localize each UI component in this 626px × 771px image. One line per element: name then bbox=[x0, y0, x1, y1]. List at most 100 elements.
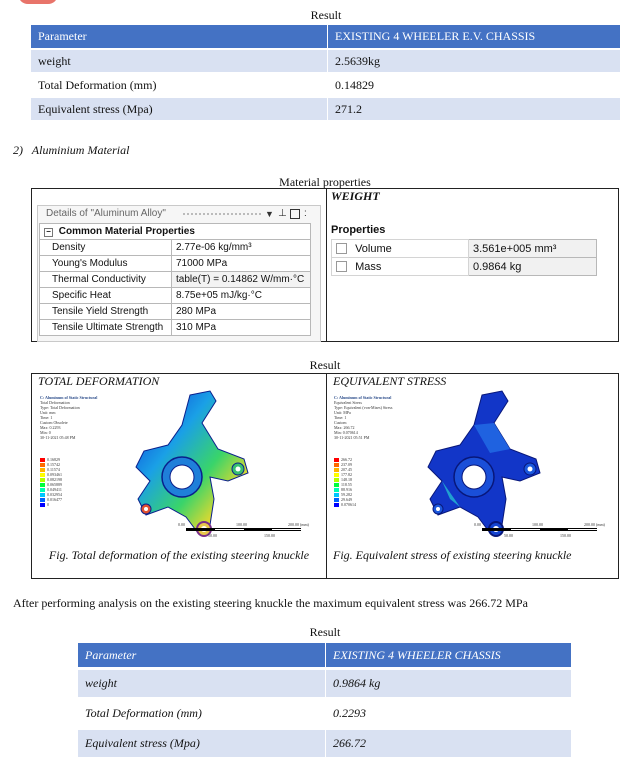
color-legend: 266.72 237.09 207.45 177.82 148.18 118.5… bbox=[334, 457, 356, 507]
figures-box: TOTAL DEFORMATION C: Aluminum of Static … bbox=[31, 373, 619, 579]
maximize-icon[interactable] bbox=[290, 209, 300, 219]
table-cell: Total Deformation (mm) bbox=[78, 700, 326, 727]
weight-properties-label: Properties bbox=[331, 224, 386, 236]
property-name: Young's Modulus bbox=[39, 255, 172, 272]
table-row: weight 0.9864 kg bbox=[78, 670, 571, 697]
table-cell: Total Deformation (mm) bbox=[31, 74, 328, 96]
dotted-separator bbox=[183, 213, 261, 215]
clipped-logo bbox=[18, 0, 58, 4]
property-value: 71000 MPa bbox=[171, 255, 311, 272]
group-label: Common Material Properties bbox=[58, 226, 195, 237]
table-cell: 266.72 bbox=[326, 730, 571, 757]
properties-table: − Common Material Properties Density 2.77… bbox=[39, 223, 311, 336]
material-properties-box: Details of "Aluminum Alloy" ▼ ⊥ : − Comm… bbox=[31, 188, 619, 342]
details-title: Details of "Aluminum Alloy" ▼ ⊥ : bbox=[38, 206, 320, 222]
property-name: Tensile Ultimate Strength bbox=[39, 319, 172, 336]
property-row[interactable]: Specific Heat 8.75e+05 mJ/kg·°C bbox=[39, 287, 311, 304]
header-cell: Parameter bbox=[31, 25, 328, 48]
weight-table: Volume 3.561e+005 mm³ Mass 0.9864 kg bbox=[331, 239, 597, 276]
table-cell: 0.2293 bbox=[326, 700, 571, 727]
property-name: Density bbox=[39, 239, 172, 256]
property-value: table(T) = 0.14862 W/mm·°C bbox=[171, 271, 311, 288]
total-deformation-render: C: Aluminum of Static Structural Total D… bbox=[38, 389, 319, 542]
table-cell: weight bbox=[78, 670, 326, 697]
weight-row[interactable]: Mass 0.9864 kg bbox=[331, 257, 597, 276]
weight-heading: WEIGHT bbox=[331, 189, 380, 203]
dropdown-icon[interactable]: ▼ bbox=[265, 206, 274, 222]
checkbox[interactable] bbox=[336, 261, 347, 273]
legend-value: 0 bbox=[47, 502, 49, 507]
legend-line: 30-11-2021 05:48 PM bbox=[40, 435, 76, 440]
scale-label: 200.00 (mm) bbox=[584, 522, 605, 527]
property-row[interactable]: Tensile Yield Strength 280 MPa bbox=[39, 303, 311, 320]
table-cell: Equivalent stress (Mpa) bbox=[78, 730, 326, 757]
result-table-1: Parameter EXISTING 4 WHEELER E.V. CHASSI… bbox=[31, 23, 620, 122]
table-cell: 0.14829 bbox=[328, 74, 620, 96]
weight-value: 0.9864 kg bbox=[468, 257, 597, 276]
figure-left-heading: TOTAL DEFORMATION bbox=[38, 374, 160, 388]
scale-label: 0.00 bbox=[178, 522, 185, 527]
table-cell: 271.2 bbox=[328, 98, 620, 120]
property-value: 8.75e+05 mJ/kg·°C bbox=[171, 287, 311, 304]
table-caption: Result bbox=[310, 8, 342, 22]
knuckle-stress-shape bbox=[427, 390, 541, 537]
property-row[interactable]: Thermal Conductivity table(T) = 0.14862 W… bbox=[39, 271, 311, 288]
scale-label: 50.00 bbox=[208, 533, 217, 538]
checkbox[interactable] bbox=[336, 243, 347, 255]
property-row[interactable]: Density 2.77e-06 kg/mm³ bbox=[39, 239, 311, 256]
scale-label: 100.00 bbox=[236, 522, 247, 527]
scale-label: 50.00 bbox=[504, 533, 513, 538]
pin-icon[interactable]: ⊥ bbox=[278, 206, 287, 222]
property-row[interactable]: Tensile Ultimate Strength 310 MPa bbox=[39, 319, 311, 336]
header-cell: EXISTING 4 WHEELER CHASSIS bbox=[326, 643, 571, 667]
table-cell: 0.9864 kg bbox=[326, 670, 571, 697]
table-row: Equivalent stress (Mpa) 266.72 bbox=[78, 730, 571, 757]
scale-bar bbox=[186, 528, 301, 531]
figure-right-heading: EQUIVALENT STRESS bbox=[333, 374, 447, 388]
property-value: 280 MPa bbox=[171, 303, 311, 320]
scale-label: 150.00 bbox=[264, 533, 275, 538]
legend-line: 30-11-2021 05:51 PM bbox=[334, 435, 370, 440]
scale-label: 100.00 bbox=[532, 522, 543, 527]
table-cell: weight bbox=[31, 50, 328, 72]
legend-value: 0.070614 bbox=[341, 502, 356, 507]
table-caption: Result bbox=[309, 625, 341, 639]
property-name: Thermal Conductivity bbox=[39, 271, 172, 288]
figure-left-caption: Fig. Total deformation of the existing s… bbox=[48, 548, 310, 562]
property-value: 310 MPa bbox=[171, 319, 311, 336]
group-row[interactable]: − Common Material Properties bbox=[39, 223, 311, 240]
figure-right-caption: Fig. Equivalent stress of existing steer… bbox=[333, 548, 572, 562]
color-legend: 0.16829 0.15742 0.11574 0.093461 0.08219… bbox=[40, 457, 62, 507]
collapse-icon[interactable]: − bbox=[44, 228, 53, 237]
property-value: 2.77e-06 kg/mm³ bbox=[171, 239, 311, 256]
summary-sentence: After performing analysis on the existin… bbox=[13, 596, 528, 610]
table-cell: 2.5639kg bbox=[328, 50, 620, 72]
table-row: Total Deformation (mm) 0.2293 bbox=[78, 700, 571, 727]
property-name: Tensile Yield Strength bbox=[39, 303, 172, 320]
figure-caption-result: Result bbox=[309, 358, 341, 372]
table-row: Total Deformation (mm) 0.14829 bbox=[31, 74, 620, 96]
scale-label: 0.00 bbox=[474, 522, 481, 527]
table-header-row: Parameter EXISTING 4 WHEELER E.V. CHASSI… bbox=[31, 25, 620, 48]
table-header-row: Parameter EXISTING 4 WHEELER CHASSIS bbox=[78, 643, 571, 667]
result-table-2: Parameter EXISTING 4 WHEELER CHASSIS wei… bbox=[78, 640, 571, 760]
table-cell: Equivalent stress (Mpa) bbox=[31, 98, 328, 120]
table-row: weight 2.5639kg bbox=[31, 50, 620, 72]
weight-name: Mass bbox=[355, 260, 382, 273]
property-row[interactable]: Young's Modulus 71000 MPa bbox=[39, 255, 311, 272]
details-panel: Details of "Aluminum Alloy" ▼ ⊥ : − Comm… bbox=[37, 205, 321, 342]
weight-row[interactable]: Volume 3.561e+005 mm³ bbox=[331, 239, 597, 258]
table-row: Equivalent stress (Mpa) 271.2 bbox=[31, 98, 620, 120]
scale-bar bbox=[482, 528, 597, 531]
header-cell: Parameter bbox=[78, 643, 326, 667]
weight-value: 3.561e+005 mm³ bbox=[468, 239, 597, 258]
section-heading: 2) Aluminium Material bbox=[13, 143, 130, 157]
knuckle-deformation-shape bbox=[135, 390, 249, 537]
equivalent-stress-render: C: Aluminum of Static Structural Equival… bbox=[332, 389, 615, 542]
more-icon[interactable]: : bbox=[304, 206, 307, 222]
legend-value: 0.016477 bbox=[47, 497, 62, 502]
scale-label: 200.00 (mm) bbox=[288, 522, 309, 527]
details-title-text: Details of "Aluminum Alloy" bbox=[46, 208, 166, 219]
header-cell: EXISTING 4 WHEELER E.V. CHASSIS bbox=[328, 25, 620, 48]
weight-name: Volume bbox=[355, 242, 392, 255]
